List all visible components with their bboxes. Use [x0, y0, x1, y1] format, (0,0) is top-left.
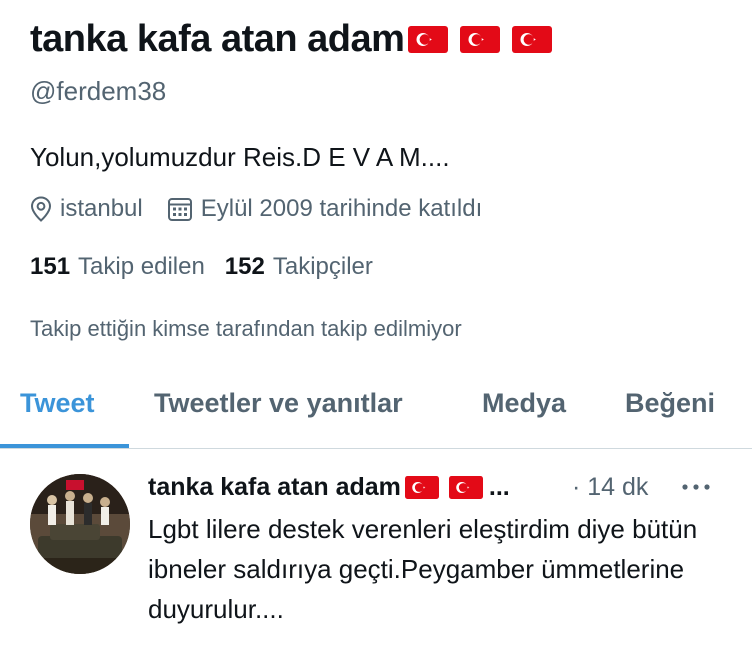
tab-tweets-and-replies[interactable]: Tweetler ve yanıtlar: [154, 368, 403, 448]
display-name: tanka kafa atan adam: [30, 18, 405, 60]
user-handle: @ferdem38: [30, 76, 167, 106]
turkey-flag-icon: [404, 476, 439, 499]
followers-link[interactable]: 152 Takipçiler: [225, 253, 373, 281]
followed-by-note: Takip ettiğin kimse tarafından takip edi…: [30, 316, 462, 341]
turkey-flag-icon: [512, 26, 553, 53]
location-text: istanbul: [60, 195, 143, 222]
profile-meta: istanbul Eylül 2009 tarihinde katıldı: [30, 195, 482, 223]
joined-item: Eylül 2009 tarihinde katıldı: [167, 195, 483, 223]
profile-bio: Yolun,yolumuzdur Reis.D E V A M....: [30, 142, 450, 172]
location-item: istanbul: [30, 195, 143, 223]
turkey-flag-icon: [408, 26, 449, 53]
calendar-icon: [167, 196, 193, 222]
turkey-flag-icon: [460, 26, 501, 53]
tab-media[interactable]: Medya: [482, 368, 566, 448]
tweet-header: tanka kafa atan adam ...: [148, 473, 510, 502]
display-name-row: tanka kafa atan adam: [30, 18, 564, 61]
more-horizontal-icon[interactable]: [680, 482, 712, 492]
following-label: Takip edilen: [78, 253, 205, 280]
followers-label: Takipçiler: [272, 253, 373, 280]
profile-tabs: Tweet Tweetler ve yanıtlar Medya Beğeni: [0, 368, 752, 449]
active-tab-indicator: [0, 444, 129, 448]
avatar[interactable]: [30, 474, 130, 574]
tweet-text: Lgbt lilere destek verenleri eleştirdim …: [148, 514, 698, 624]
tweet-item[interactable]: tanka kafa atan adam ... · 14 dk Lgbt li…: [0, 449, 752, 652]
profile-screen: tanka kafa atan adam @ferdem38 Yolun,yol…: [0, 0, 752, 652]
location-pin-icon: [30, 196, 52, 222]
joined-date-text: Eylül 2009 tarihinde katıldı: [200, 195, 483, 222]
name-flags: [408, 26, 564, 53]
tweet-name-flags: [404, 476, 493, 499]
tweet-timestamp[interactable]: · 14 dk: [572, 473, 648, 502]
tab-tweet[interactable]: Tweet: [20, 368, 95, 448]
followers-count: 152: [224, 253, 265, 280]
follow-stats: 151 Takip edilen 152 Takipçiler: [30, 253, 373, 281]
tweet-author-name[interactable]: tanka kafa atan adam: [148, 473, 401, 502]
turkey-flag-icon: [448, 476, 483, 499]
name-truncation: ...: [488, 473, 510, 501]
tab-likes[interactable]: Beğeni: [625, 368, 715, 448]
following-count: 151: [30, 253, 71, 280]
following-link[interactable]: 151 Takip edilen: [30, 253, 205, 281]
